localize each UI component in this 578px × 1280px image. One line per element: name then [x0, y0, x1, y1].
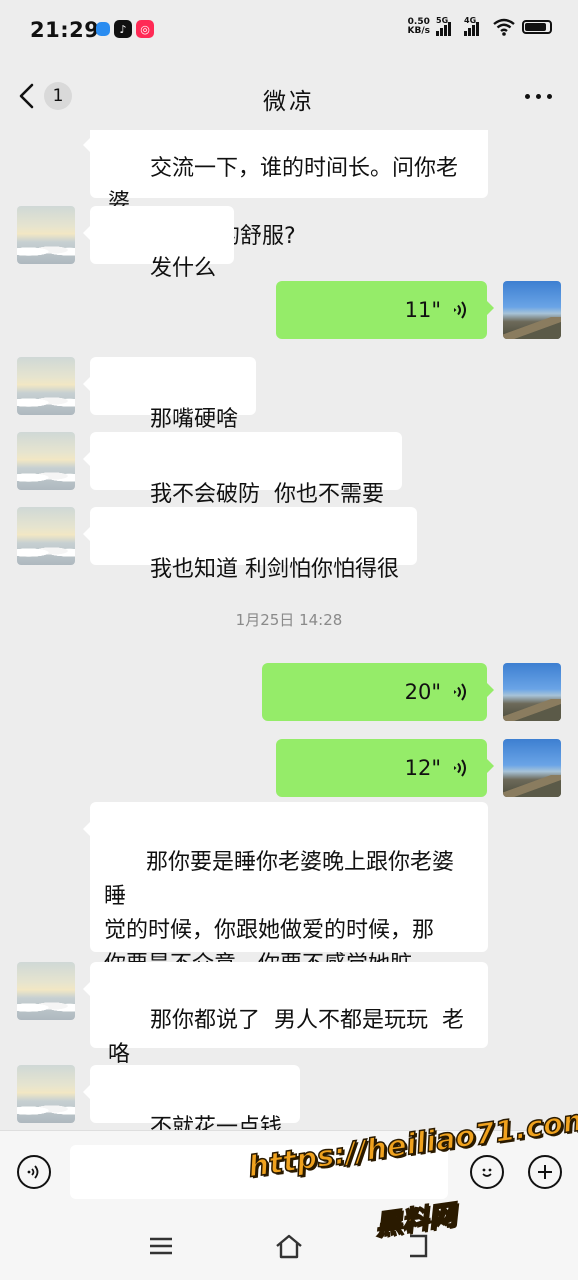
message-bubble[interactable]: 不就花一点钱	[83, 1065, 300, 1130]
contact-avatar[interactable]	[17, 962, 75, 1020]
cloud-app-icon	[96, 22, 110, 36]
voice-wave-icon	[454, 301, 466, 319]
voice-duration: 12"	[404, 756, 441, 780]
network-speed: 0.50 KB/s	[408, 18, 430, 36]
voice-message-bubble[interactable]: 20"	[262, 663, 494, 721]
more-dot	[547, 94, 552, 99]
status-time: 21:29	[30, 18, 100, 42]
contact-avatar[interactable]	[17, 1065, 75, 1123]
status-app-icons: ♪ ◎	[96, 20, 154, 38]
signal-5g-label: 5G	[436, 16, 449, 25]
voice-message-bubble[interactable]: 11"	[276, 281, 494, 339]
contact-avatar[interactable]	[17, 206, 75, 264]
plus-icon	[538, 1165, 552, 1179]
wifi-icon	[493, 18, 515, 36]
chat-message-list[interactable]: 交流一下，谁的时间长。问你老婆 玩的，谁玩的舒服? 发什么 11" 那嘴硬啥	[0, 130, 578, 1130]
message-bubble[interactable]: 那嘴硬啥	[83, 357, 256, 432]
battery-level	[525, 23, 546, 31]
message-bubble[interactable]: 交流一下，谁的时间长。问你老婆 玩的，谁玩的舒服?	[83, 130, 488, 249]
message-bubble[interactable]: 发什么	[83, 206, 234, 281]
more-functions-button[interactable]	[528, 1155, 562, 1189]
voice-input-button[interactable]	[17, 1155, 51, 1189]
contact-avatar[interactable]	[17, 507, 75, 565]
contact-avatar[interactable]	[17, 432, 75, 490]
message-text: 我也知道 利剑怕你怕得很	[149, 557, 399, 582]
message-text: 发什么	[149, 256, 216, 281]
signal-5g-icon: 5G	[436, 16, 458, 36]
red-app-icon: ◎	[136, 20, 154, 38]
message-bubble[interactable]: 那你都说了 男人不都是玩玩 老咯 换一个就是咯	[83, 962, 488, 1101]
message-bubble[interactable]: 我也知道 利剑怕你怕得很	[83, 507, 417, 582]
my-avatar[interactable]	[503, 739, 561, 797]
voice-duration: 11"	[404, 298, 441, 322]
network-speed-unit: KB/s	[407, 26, 430, 36]
more-options-button[interactable]	[525, 94, 552, 99]
emoji-icon	[482, 1168, 492, 1177]
message-text: 不就花一点钱	[149, 1115, 282, 1130]
voice-duration: 20"	[404, 680, 441, 704]
my-avatar[interactable]	[503, 663, 561, 721]
more-dot	[536, 94, 541, 99]
message-text: 那嘴硬啥	[149, 407, 238, 432]
chat-header: 1 微凉	[0, 62, 578, 130]
home-icon[interactable]	[274, 1232, 304, 1260]
contact-avatar[interactable]	[17, 357, 75, 415]
message-bubble[interactable]: 我不会破防 你也不需要	[83, 432, 402, 507]
message-text: 我不会破防 你也不需要	[149, 482, 384, 507]
battery-icon	[522, 20, 552, 34]
voice-wave-icon	[454, 759, 466, 777]
chat-title: 微凉	[263, 89, 315, 115]
message-bubble[interactable]: 那你要是睡你老婆晚上跟你老婆睡 觉的时候，你跟她做爱的时候，那 你要是不介意，你…	[83, 802, 488, 1011]
menu-icon[interactable]	[148, 1234, 174, 1258]
status-bar: 21:29 ♪ ◎ 0.50 KB/s 5G 4G	[0, 0, 578, 62]
my-avatar[interactable]	[503, 281, 561, 339]
voice-icon	[27, 1165, 39, 1179]
voice-message-bubble[interactable]: 12"	[276, 739, 494, 797]
system-navigation-bar	[0, 1214, 578, 1280]
status-indicators: 0.50 KB/s 5G 4G	[408, 16, 552, 36]
message-timestamp: 1月25日 14:28	[235, 611, 343, 629]
tiktok-icon: ♪	[114, 20, 132, 38]
emoji-button[interactable]	[470, 1155, 504, 1189]
signal-4g-label: 4G	[464, 16, 477, 25]
voice-wave-icon	[454, 683, 466, 701]
more-dot	[525, 94, 530, 99]
signal-4g-icon: 4G	[464, 16, 486, 36]
